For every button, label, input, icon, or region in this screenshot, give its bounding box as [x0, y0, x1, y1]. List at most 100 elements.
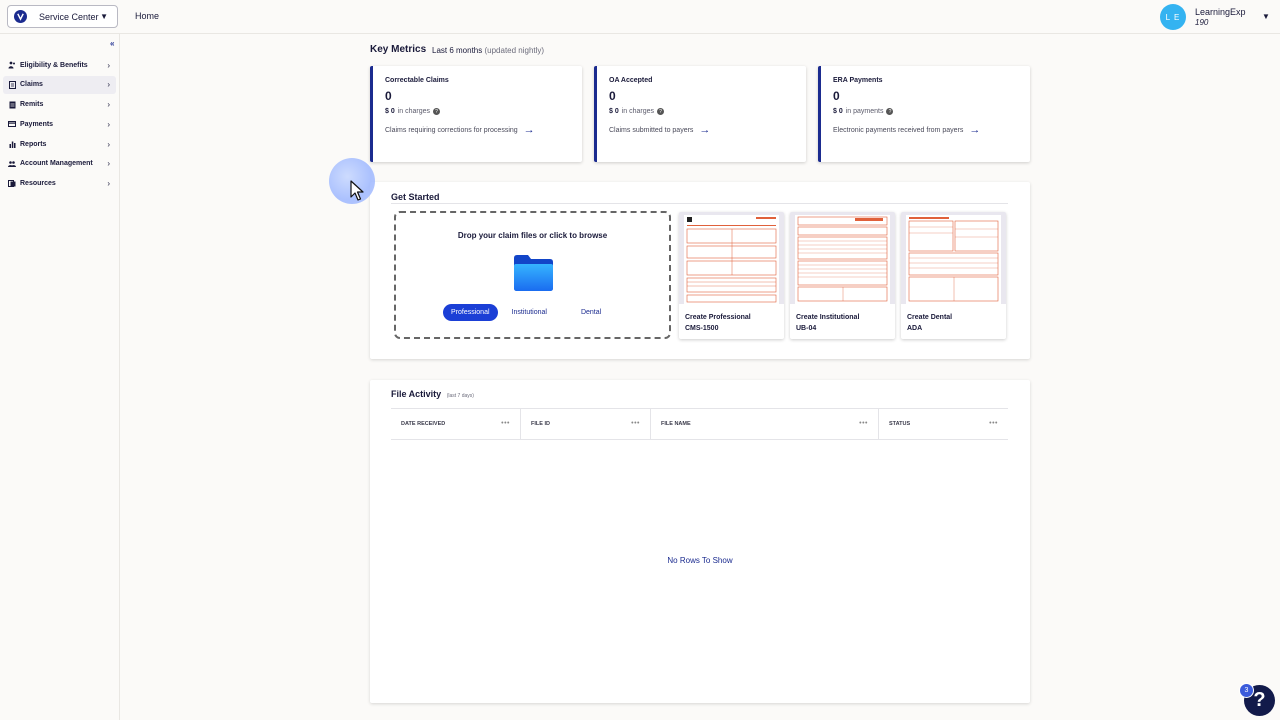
claim-file-dropzone[interactable]: Drop your claim files or click to browse…	[394, 211, 671, 339]
user-id: 190	[1195, 18, 1209, 27]
key-metrics-subtitle: Last 6 months (updated nightly)	[432, 46, 544, 55]
column-file-name[interactable]: FILE NAME •••	[651, 409, 879, 439]
tab-professional[interactable]: Professional	[443, 304, 498, 321]
users-icon	[8, 160, 16, 168]
app-logo-icon	[14, 10, 27, 23]
form-card-code: UB-04	[796, 325, 817, 332]
tab-dental[interactable]: Dental	[573, 304, 609, 321]
receipt-icon	[8, 101, 16, 109]
divider	[391, 203, 1008, 204]
column-label: FILE ID	[531, 421, 550, 427]
sidebar-item-label: Resources	[20, 180, 56, 188]
get-started-panel: Get Started Drop your claim files or cli…	[370, 182, 1030, 359]
form-card-title: Create Professional	[685, 314, 751, 321]
chevron-right-icon: ›	[107, 100, 110, 110]
sidebar-item-label: Eligibility & Benefits	[20, 61, 88, 69]
sidebar-item-label: Reports	[20, 140, 47, 148]
metric-description-row: Electronic payments received from payers…	[833, 124, 1018, 136]
credit-card-icon	[8, 120, 16, 128]
sidebar: « Eligibility & Benefits › Claims › Remi…	[0, 34, 120, 720]
top-bar: Service Center ▼ Home L E LearningExp 19…	[0, 0, 1280, 34]
metric-card-era-payments[interactable]: ERA Payments 0 $ 0 in payments ? Electro…	[818, 66, 1030, 162]
sidebar-item-label: Claims	[20, 81, 43, 89]
metric-amount: $ 0	[609, 108, 619, 115]
sidebar-item-eligibility[interactable]: Eligibility & Benefits ›	[3, 56, 116, 74]
sidebar-item-remits[interactable]: Remits ›	[3, 96, 116, 114]
form-card-code: ADA	[907, 325, 923, 332]
column-menu-icon[interactable]: •••	[859, 420, 868, 427]
create-dental-card[interactable]: Create Dental ADA	[901, 212, 1006, 339]
column-menu-icon[interactable]: •••	[631, 420, 640, 427]
sidebar-item-label: Account Management	[20, 160, 93, 168]
file-activity-panel: File Activity (last 7 days) DATE RECEIVE…	[370, 380, 1030, 703]
service-center-select[interactable]: Service Center ▼	[7, 5, 118, 28]
sidebar-item-claims[interactable]: Claims ›	[3, 75, 116, 94]
column-label: FILE NAME	[661, 421, 691, 427]
info-icon[interactable]: ?	[657, 108, 665, 115]
metric-amount: $ 0	[385, 108, 395, 115]
sidebar-item-label: Remits	[20, 101, 44, 109]
create-professional-card[interactable]: Create Professional CMS-1500	[679, 212, 784, 339]
ub-04-form-thumbnail	[790, 212, 895, 304]
metric-description: Claims requiring corrections for process…	[385, 126, 518, 134]
key-metrics-title: Key Metrics	[370, 44, 427, 55]
arrow-right-icon[interactable]: →	[699, 124, 710, 136]
service-center-label: Service Center	[39, 11, 99, 22]
metric-title: ERA Payments	[833, 77, 883, 84]
ada-form-thumbnail	[901, 212, 1006, 304]
metric-description-row: Claims requiring corrections for process…	[385, 124, 570, 136]
metric-amount-row: $ 0 in payments ?	[833, 108, 1018, 115]
create-institutional-card[interactable]: Create Institutional UB-04	[790, 212, 895, 339]
info-icon[interactable]: ?	[886, 108, 894, 115]
file-activity-heading: File Activity	[391, 389, 442, 399]
metric-card-oa-accepted[interactable]: OA Accepted 0 $ 0 in charges ? Claims su…	[594, 66, 806, 162]
collapse-sidebar-icon[interactable]: «	[110, 39, 114, 48]
tab-institutional[interactable]: Institutional	[504, 304, 555, 321]
metric-value: 0	[385, 89, 392, 103]
metric-card-correctable-claims[interactable]: Correctable Claims 0 $ 0 in charges ? Cl…	[370, 66, 582, 162]
form-card-label: Create Institutional UB-04	[796, 312, 859, 334]
form-card-code: CMS-1500	[685, 325, 719, 332]
metric-amount-label: in charges	[397, 108, 431, 115]
bar-chart-icon	[8, 140, 16, 148]
metric-value: 0	[609, 89, 616, 103]
form-preview-icon	[795, 215, 890, 304]
caret-down-icon: ▼	[100, 12, 108, 21]
key-metrics-note: (updated nightly)	[484, 46, 545, 55]
dropzone-text: Drop your claim files or click to browse	[457, 231, 608, 240]
sidebar-item-payments[interactable]: Payments ›	[3, 115, 116, 133]
form-card-title: Create Institutional	[796, 314, 860, 321]
arrow-right-icon[interactable]: →	[969, 124, 980, 136]
home-link[interactable]: Home	[135, 11, 159, 21]
cms-1500-form-thumbnail	[679, 212, 784, 304]
user-menu-caret-icon[interactable]: ▼	[1262, 12, 1270, 21]
metric-description: Electronic payments received from payers	[833, 126, 964, 134]
column-file-id[interactable]: FILE ID •••	[521, 409, 651, 439]
chevron-right-icon: ›	[107, 159, 110, 169]
metric-amount: $ 0	[833, 108, 843, 115]
column-menu-icon[interactable]: •••	[501, 420, 510, 427]
info-icon[interactable]: ?	[433, 108, 441, 115]
file-activity-subtitle: (last 7 days)	[446, 393, 474, 399]
file-activity-table-header: DATE RECEIVED ••• FILE ID ••• FILE NAME …	[391, 408, 1008, 440]
empty-table-message: No Rows To Show	[667, 556, 733, 565]
column-label: STATUS	[889, 421, 911, 427]
claim-type-tabs: Professional Institutional Dental	[443, 304, 609, 321]
column-status[interactable]: STATUS •••	[879, 409, 1008, 439]
sidebar-item-account-management[interactable]: Account Management ›	[3, 155, 116, 173]
column-label: DATE RECEIVED	[401, 421, 446, 427]
sidebar-item-resources[interactable]: Resources ›	[3, 175, 116, 193]
arrow-right-icon[interactable]: →	[524, 124, 535, 136]
folder-icon	[514, 255, 553, 291]
form-card-label: Create Dental ADA	[907, 312, 952, 334]
form-preview-icon	[906, 215, 1001, 304]
column-date-received[interactable]: DATE RECEIVED •••	[391, 409, 521, 439]
user-avatar[interactable]: L E	[1160, 4, 1186, 30]
help-notification-badge: 3	[1239, 683, 1254, 698]
metric-amount-row: $ 0 in charges ?	[385, 108, 570, 115]
document-icon	[8, 80, 16, 89]
metric-title: Correctable Claims	[385, 77, 449, 84]
column-menu-icon[interactable]: •••	[989, 420, 998, 427]
sidebar-item-reports[interactable]: Reports ›	[3, 135, 116, 153]
user-name[interactable]: LearningExp	[1195, 7, 1246, 17]
